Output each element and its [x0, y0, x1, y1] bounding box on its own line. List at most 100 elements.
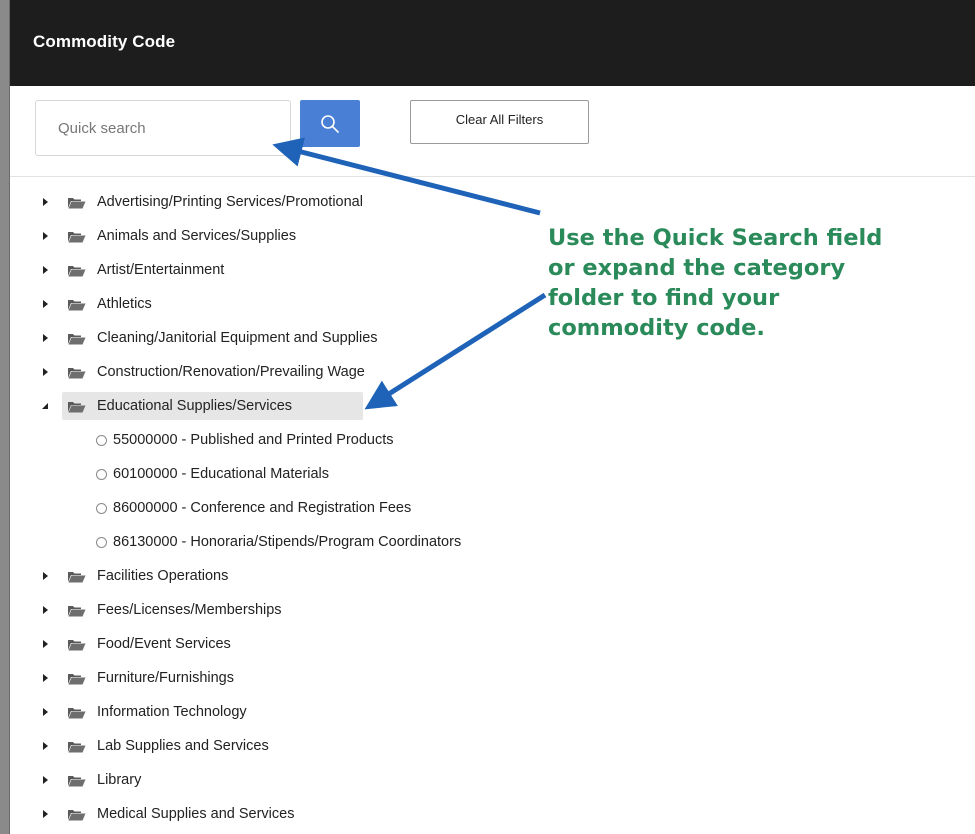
caret-right-icon[interactable]: [41, 266, 49, 274]
search-button[interactable]: [300, 100, 360, 147]
folder-open-icon: [68, 639, 86, 650]
caret-right-icon[interactable]: [41, 334, 49, 342]
expand-toggle[interactable]: [40, 809, 50, 819]
caret-right-icon[interactable]: [41, 810, 49, 818]
folder-icon-wrap: [67, 195, 87, 209]
expand-toggle[interactable]: [40, 367, 50, 377]
folder-label[interactable]: Facilities Operations: [97, 568, 228, 584]
folder-icon-wrap: [67, 365, 87, 379]
folder-icon-wrap: [67, 671, 87, 685]
folder-icon-wrap: [67, 263, 87, 277]
folder-open-icon: [68, 265, 86, 276]
commodity-label[interactable]: 60100000 - Educational Materials: [113, 466, 329, 482]
callout-line: Use the Quick Search field: [548, 225, 883, 251]
caret-right-icon[interactable]: [41, 368, 49, 376]
tree-folder-item[interactable]: Furniture/Furnishings: [10, 661, 710, 695]
expand-toggle[interactable]: [40, 231, 50, 241]
tree-folder-item[interactable]: Construction/Renovation/Prevailing Wage: [10, 355, 710, 389]
caret-right-icon[interactable]: [41, 572, 49, 580]
folder-label[interactable]: Artist/Entertainment: [97, 262, 224, 278]
commodity-label[interactable]: 55000000 - Published and Printed Product…: [113, 432, 394, 448]
quick-search-input[interactable]: [35, 100, 291, 156]
caret-right-icon[interactable]: [41, 708, 49, 716]
caret-right-icon[interactable]: [41, 300, 49, 308]
tree-folder-item[interactable]: Lab Supplies and Services: [10, 729, 710, 763]
folder-label[interactable]: Athletics: [97, 296, 152, 312]
expand-toggle[interactable]: [40, 333, 50, 343]
folder-label[interactable]: Information Technology: [97, 704, 247, 720]
tree-folder-item[interactable]: Medical Supplies and Services: [10, 797, 710, 831]
caret-right-icon[interactable]: [41, 606, 49, 614]
tree-commodity-item[interactable]: 60100000 - Educational Materials: [10, 457, 710, 491]
radio-icon[interactable]: [96, 434, 107, 446]
tree-folder-item[interactable]: Facilities Operations: [10, 559, 710, 593]
folder-icon-wrap: [67, 331, 87, 345]
caret-down-icon[interactable]: [41, 402, 49, 410]
callout-line: or expand the category: [548, 255, 846, 281]
folder-label[interactable]: Educational Supplies/Services: [97, 398, 292, 414]
expand-toggle[interactable]: [40, 571, 50, 581]
folder-label[interactable]: Cleaning/Janitorial Equipment and Suppli…: [97, 330, 378, 346]
expand-toggle[interactable]: [40, 775, 50, 785]
clear-all-filters-button[interactable]: Clear All Filters: [410, 100, 589, 144]
folder-open-icon: [68, 741, 86, 752]
tree-commodity-item[interactable]: 55000000 - Published and Printed Product…: [10, 423, 710, 457]
expand-toggle[interactable]: [40, 299, 50, 309]
folder-icon-wrap: [67, 773, 87, 787]
tree-folder-item[interactable]: Advertising/Printing Services/Promotiona…: [10, 185, 710, 219]
caret-right-icon[interactable]: [41, 776, 49, 784]
callout-line: folder to find your: [548, 285, 780, 311]
folder-label[interactable]: Animals and Services/Supplies: [97, 228, 296, 244]
folder-label[interactable]: Library: [97, 772, 141, 788]
tree-commodity-item[interactable]: 86000000 - Conference and Registration F…: [10, 491, 710, 525]
expand-toggle[interactable]: [40, 673, 50, 683]
tree-folder-item[interactable]: Information Technology: [10, 695, 710, 729]
folder-icon-wrap: [67, 705, 87, 719]
commodity-label[interactable]: 86130000 - Honoraria/Stipends/Program Co…: [113, 534, 461, 550]
folder-icon-wrap: [67, 399, 87, 413]
folder-open-icon: [68, 333, 86, 344]
folder-label[interactable]: Construction/Renovation/Prevailing Wage: [97, 364, 365, 380]
caret-right-icon[interactable]: [41, 232, 49, 240]
commodity-code-dialog: Commodity Code Clear All Filters Adverti…: [9, 0, 975, 834]
caret-right-icon[interactable]: [41, 198, 49, 206]
folder-label[interactable]: Furniture/Furnishings: [97, 670, 234, 686]
folder-open-icon: [68, 707, 86, 718]
tree-commodity-item[interactable]: 86130000 - Honoraria/Stipends/Program Co…: [10, 525, 710, 559]
folder-icon-wrap: [67, 569, 87, 583]
folder-label[interactable]: Advertising/Printing Services/Promotiona…: [97, 194, 363, 210]
expand-toggle[interactable]: [40, 605, 50, 615]
radio-icon[interactable]: [96, 468, 107, 480]
folder-icon-wrap: [67, 739, 87, 753]
expand-toggle[interactable]: [40, 639, 50, 649]
expand-toggle[interactable]: [40, 707, 50, 717]
folder-open-icon: [68, 775, 86, 786]
folder-label[interactable]: Medical Supplies and Services: [97, 806, 294, 822]
commodity-label[interactable]: 86000000 - Conference and Registration F…: [113, 500, 411, 516]
folder-open-icon: [68, 605, 86, 616]
folder-open-icon: [68, 299, 86, 310]
expand-toggle[interactable]: [40, 197, 50, 207]
dialog-header: Commodity Code: [10, 0, 975, 86]
caret-right-icon[interactable]: [41, 640, 49, 648]
radio-icon[interactable]: [96, 536, 107, 548]
folder-icon-wrap: [67, 807, 87, 821]
folder-open-icon: [68, 809, 86, 820]
tree-folder-item[interactable]: Food/Event Services: [10, 627, 710, 661]
folder-open-icon: [68, 367, 86, 378]
expand-toggle[interactable]: [40, 741, 50, 751]
folder-icon-wrap: [67, 603, 87, 617]
tree-folder-item[interactable]: Library: [10, 763, 710, 797]
expand-toggle[interactable]: [40, 401, 50, 411]
tree-folder-item[interactable]: Fees/Licenses/Memberships: [10, 593, 710, 627]
caret-right-icon[interactable]: [41, 742, 49, 750]
folder-label[interactable]: Food/Event Services: [97, 636, 231, 652]
radio-icon[interactable]: [96, 502, 107, 514]
folder-label[interactable]: Lab Supplies and Services: [97, 738, 269, 754]
search-icon: [321, 114, 339, 133]
caret-right-icon[interactable]: [41, 674, 49, 682]
tree-folder-item[interactable]: Educational Supplies/Services: [10, 389, 710, 423]
folder-open-icon: [68, 571, 86, 582]
expand-toggle[interactable]: [40, 265, 50, 275]
folder-label[interactable]: Fees/Licenses/Memberships: [97, 602, 282, 618]
